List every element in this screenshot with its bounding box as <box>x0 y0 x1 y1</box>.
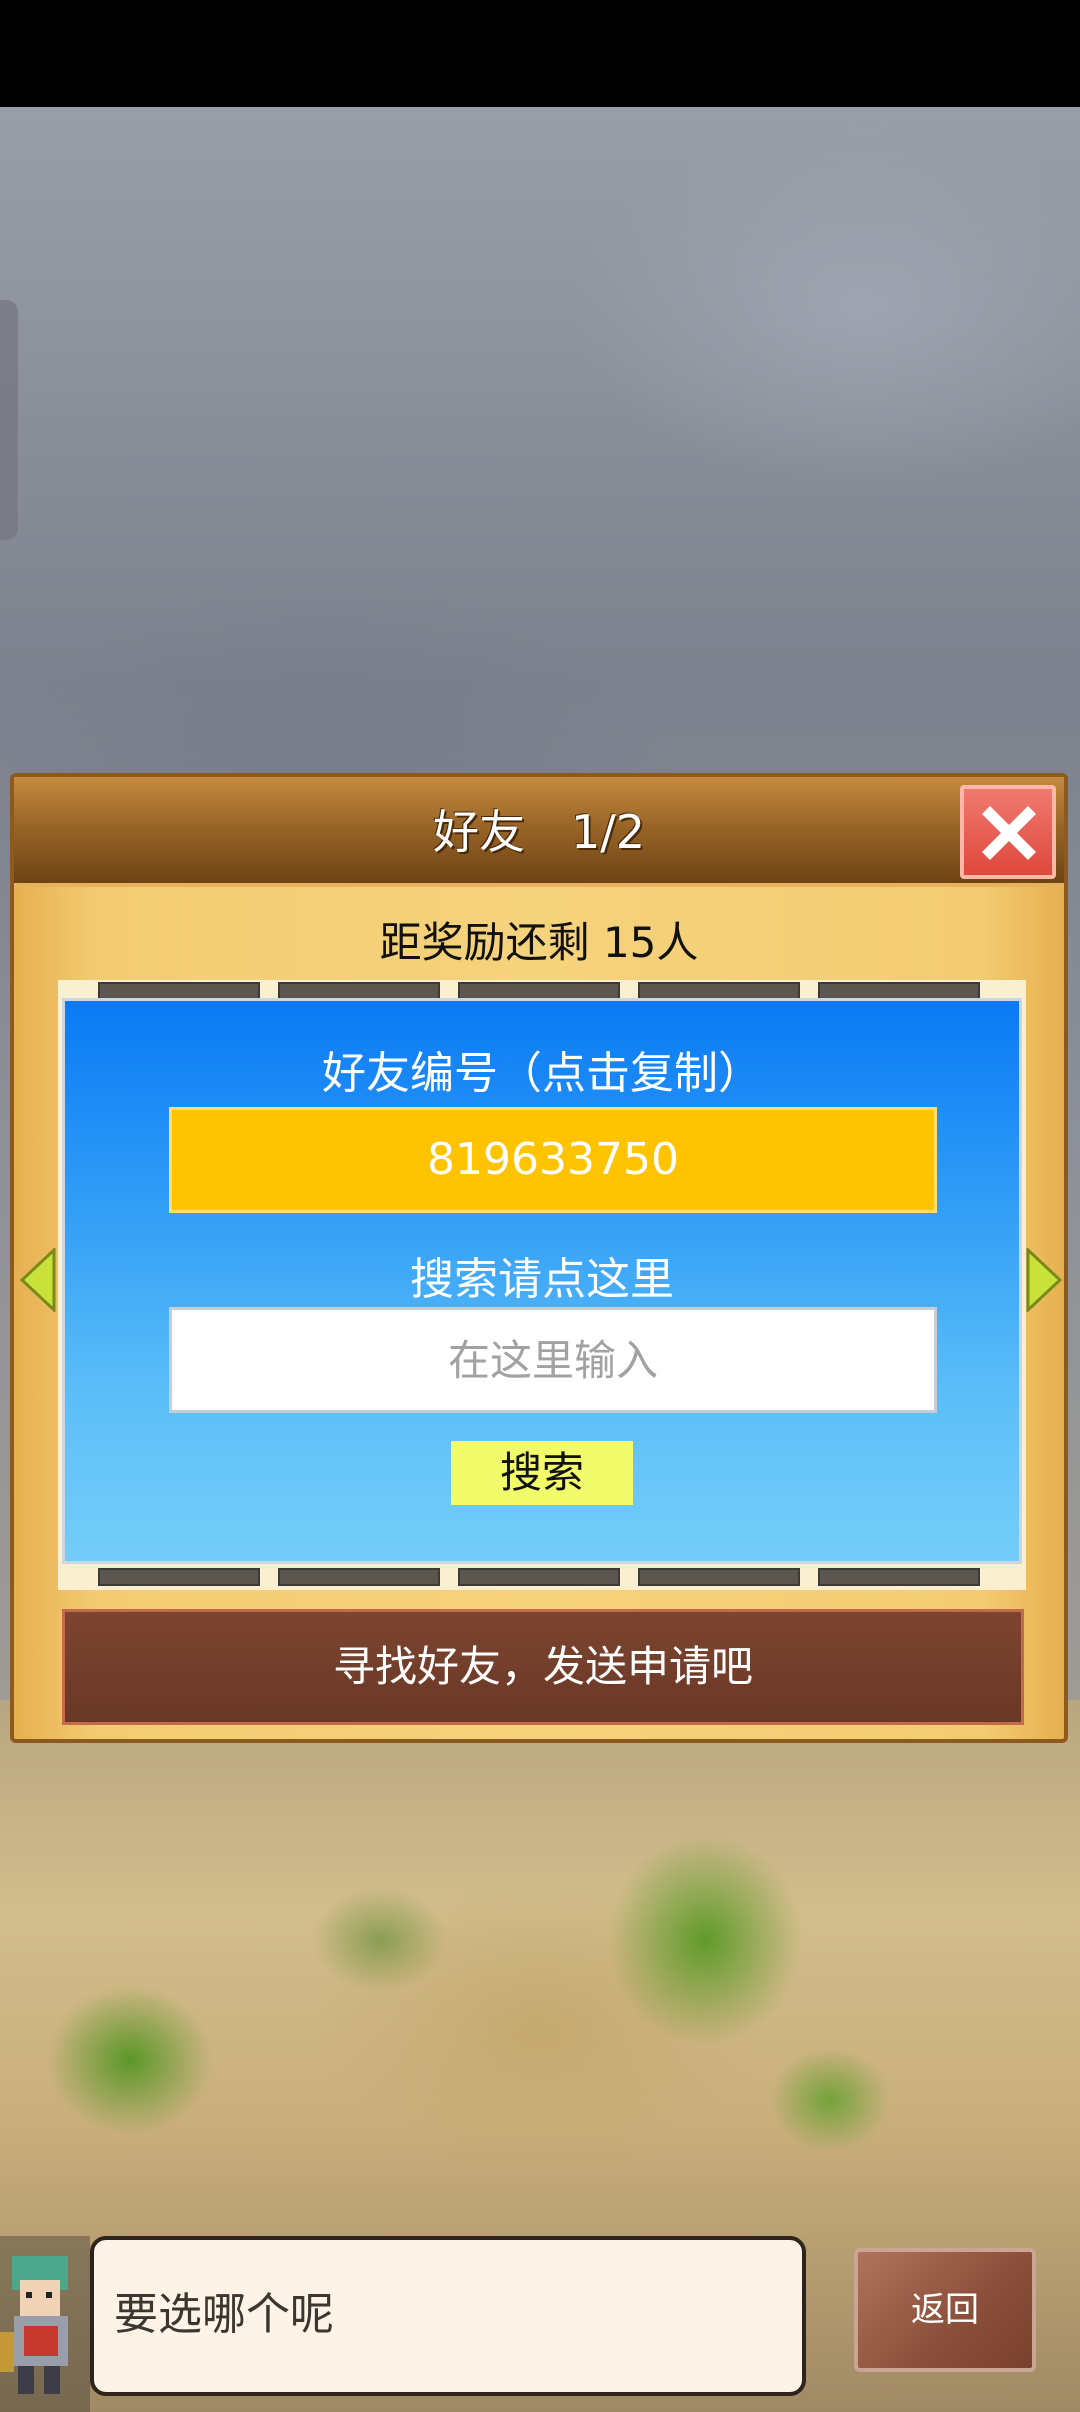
message-bubble: 要选哪个呢 <box>90 2236 806 2396</box>
close-icon <box>982 806 1036 860</box>
status-bar <box>0 0 1080 107</box>
search-label: 搜索请点这里 <box>410 1254 674 1305</box>
prev-page-button[interactable] <box>19 1246 56 1314</box>
next-page-button[interactable] <box>1026 1246 1063 1314</box>
friend-panel-frame: 好友编号（点击复制） 819633750 搜索请点这里 搜索 <box>58 980 1026 1590</box>
find-friends-banner: 寻找好友，发送申请吧 <box>62 1609 1024 1725</box>
rail-segment <box>638 1568 800 1586</box>
friend-search-panel: 好友编号（点击复制） 819633750 搜索请点这里 搜索 <box>62 998 1022 1564</box>
friends-dialog: 好友 1/2 距奖励还剩 15人 好友编号（点击复制） 819633750 搜索… <box>10 773 1068 1743</box>
arrow-right-icon <box>1026 1246 1063 1314</box>
character-avatar <box>0 2236 90 2412</box>
rail-segment <box>278 1568 440 1586</box>
rail-segment <box>98 1568 260 1586</box>
rail-segment <box>818 1568 980 1586</box>
friend-id-copy-button[interactable]: 819633750 <box>169 1107 937 1213</box>
close-button[interactable] <box>960 785 1056 879</box>
rail-segment <box>458 1568 620 1586</box>
search-button[interactable]: 搜索 <box>451 1441 633 1505</box>
dialog-title: 好友 1/2 <box>432 805 646 859</box>
message-text: 要选哪个呢 <box>114 2289 334 2340</box>
friend-search-input[interactable] <box>169 1307 937 1413</box>
back-button[interactable]: 返回 <box>854 2248 1036 2372</box>
arrow-left-icon <box>19 1246 56 1314</box>
bottom-rail <box>58 1564 1026 1588</box>
reward-remaining-text: 距奖励还剩 15人 <box>379 918 699 967</box>
friend-id-label: 好友编号（点击复制） <box>322 1048 762 1099</box>
side-drawer-handle[interactable] <box>0 300 18 540</box>
